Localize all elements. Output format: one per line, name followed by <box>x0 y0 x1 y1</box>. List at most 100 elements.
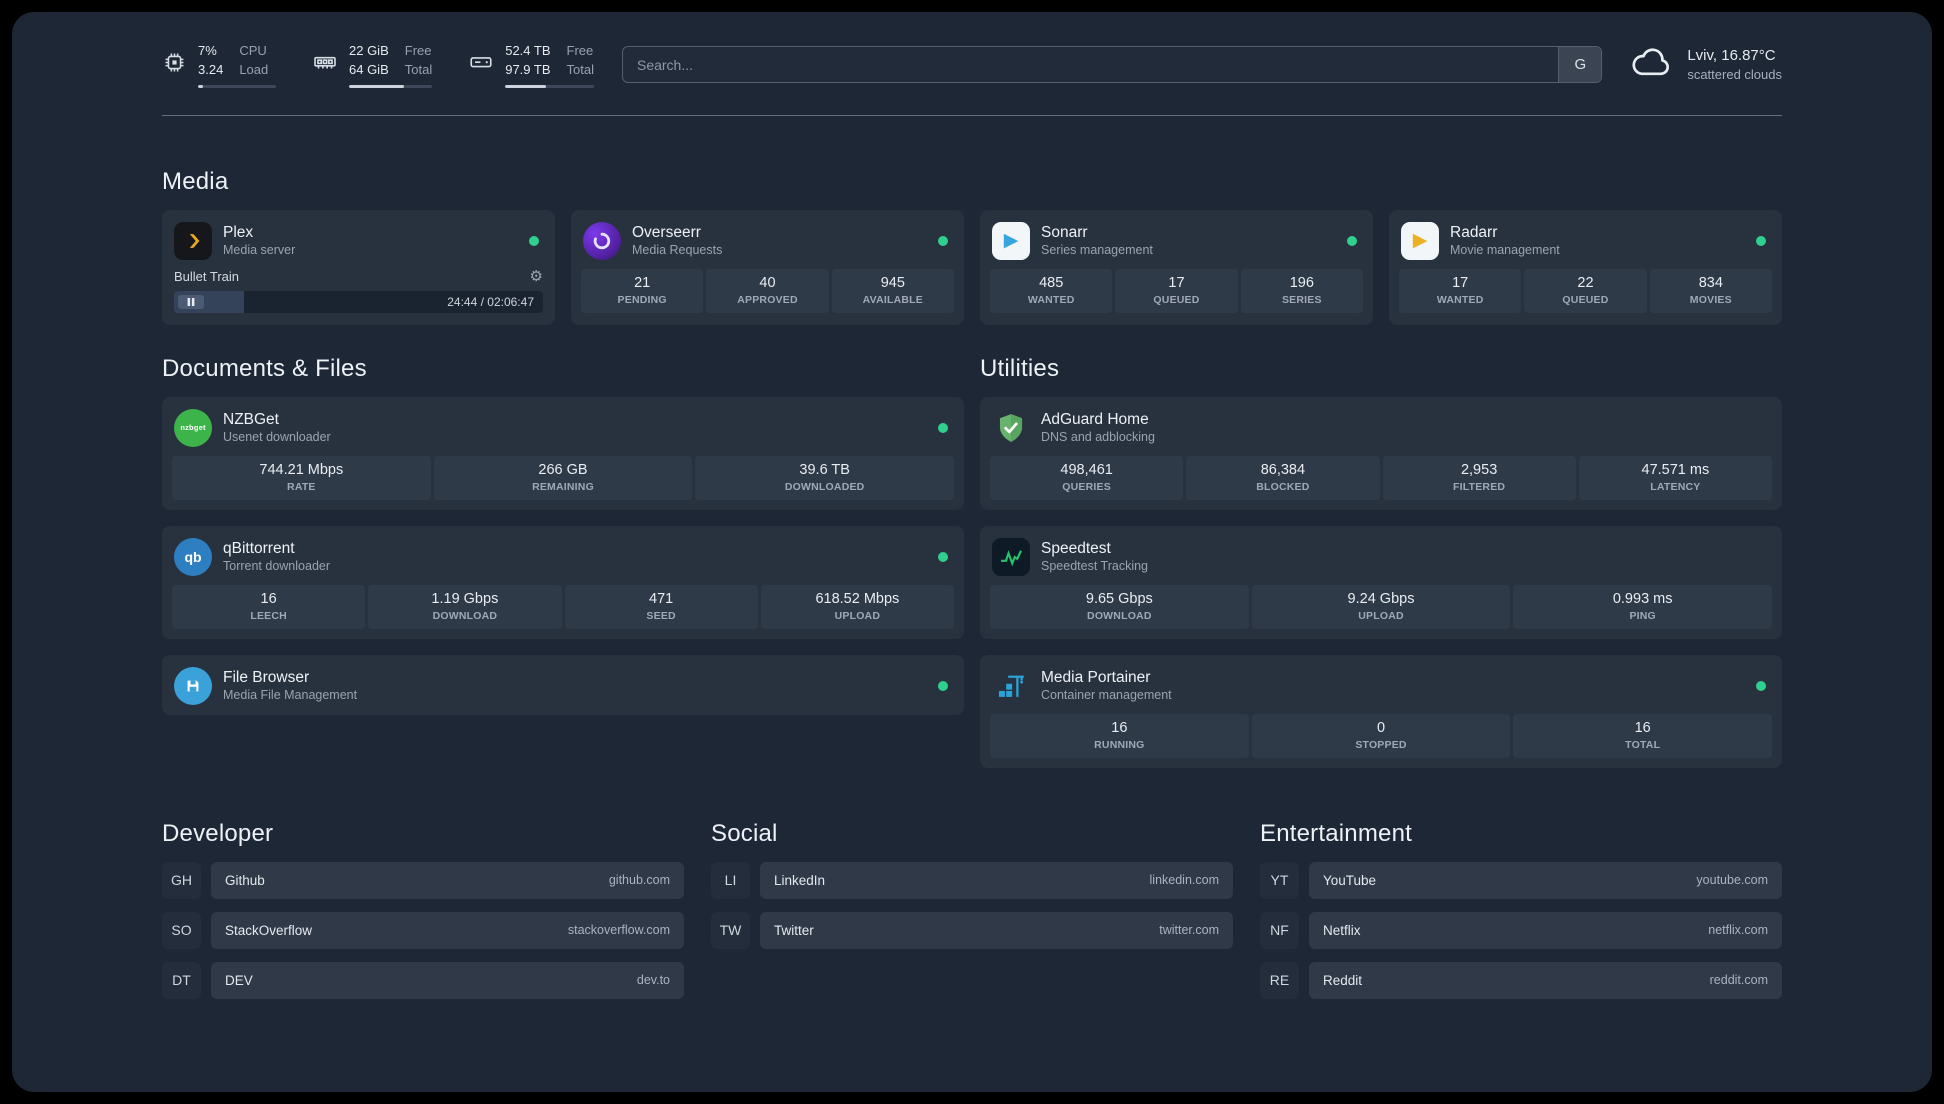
social-section-title: Social <box>711 819 778 847</box>
stat-label: RUNNING <box>1094 738 1145 751</box>
bookmark-abbr[interactable]: GH <box>162 861 201 899</box>
search-provider-button[interactable]: G <box>1558 47 1602 83</box>
bookmark-twitter[interactable]: TW Twitter twitter.com <box>711 911 1233 949</box>
qbittorrent-header: qb qBittorrent Torrent downloader <box>172 536 954 576</box>
service-card-qbittorrent[interactable]: qb qBittorrent Torrent downloader 16 LEE… <box>162 525 964 639</box>
stat-label: PENDING <box>617 293 667 306</box>
service-card-overseerr[interactable]: Overseerr Media Requests 21 PENDING 40 A… <box>571 209 964 325</box>
stat-label: STOPPED <box>1355 738 1407 751</box>
bookmark-name: Reddit <box>1323 972 1363 988</box>
stat-value: 16 <box>1634 719 1651 736</box>
bookmark-abbr[interactable]: NF <box>1260 911 1299 949</box>
stat-value: 17 <box>1452 274 1469 291</box>
bookmark-url: reddit.com <box>1709 973 1768 988</box>
bookmark-link[interactable]: StackOverflow stackoverflow.com <box>211 911 684 949</box>
adguard-header: AdGuard Home DNS and adblocking <box>990 407 1772 447</box>
bookmark-link[interactable]: Reddit reddit.com <box>1309 961 1782 999</box>
stat-label: BLOCKED <box>1256 480 1310 493</box>
bookmark-link[interactable]: DEV dev.to <box>211 961 684 999</box>
cloud-icon <box>1630 45 1674 84</box>
disk-free-label: Free <box>566 43 594 58</box>
speedtest-header: Speedtest Speedtest Tracking <box>990 536 1772 576</box>
filebrowser-title-block: File Browser Media File Management <box>223 668 357 704</box>
stat-label: QUERIES <box>1062 480 1111 493</box>
stat-label: MOVIES <box>1689 293 1732 306</box>
nzbget-stats: 744.21 Mbps RATE 266 GB REMAINING 39.6 T… <box>172 455 955 500</box>
weather-widget[interactable]: Lviv, 16.87°C scattered clouds <box>1630 45 1782 84</box>
bookmark-github[interactable]: GH Github github.com <box>162 861 684 899</box>
qbittorrent-title-block: qBittorrent Torrent downloader <box>223 539 330 575</box>
bookmark-url: stackoverflow.com <box>567 923 670 938</box>
stat-value: 1.19 Gbps <box>431 590 499 607</box>
bookmark-abbr[interactable]: DT <box>162 961 201 999</box>
filebrowser-icon <box>174 666 212 705</box>
bookmark-stackoverflow[interactable]: SO StackOverflow stackoverflow.com <box>162 911 684 949</box>
stat-label: DOWNLOADED <box>784 480 865 493</box>
search-input[interactable] <box>621 46 1603 84</box>
stat-tile: 17 QUEUED <box>1115 268 1238 313</box>
pause-button[interactable] <box>178 294 204 309</box>
radarr-stats: 17 WANTED 22 QUEUED 834 MOVIES <box>1399 268 1772 313</box>
stat-tile: 0.993 ms PING <box>1513 584 1773 629</box>
bookmark-link[interactable]: Github github.com <box>211 861 684 899</box>
plex-header: Plex Media server <box>172 220 545 260</box>
service-card-plex[interactable]: Plex Media server Bullet Train ⚙ 24:44 /… <box>162 209 555 325</box>
portainer-icon <box>992 667 1030 705</box>
playback-time: 24:44 / 02:06:47 <box>447 294 534 309</box>
service-card-radarr[interactable]: ▶ Radarr Movie management 17 WANTED 22 Q… <box>1389 209 1782 325</box>
service-name: Speedtest <box>1041 539 1111 557</box>
service-card-filebrowser[interactable]: File Browser Media File Management <box>162 654 964 715</box>
service-name: Radarr <box>1450 223 1498 241</box>
stat-label: QUEUED <box>1562 293 1609 306</box>
gear-icon[interactable]: ⚙ <box>530 269 543 284</box>
bookmark-youtube[interactable]: YT YouTube youtube.com <box>1260 861 1782 899</box>
bookmark-abbr[interactable]: TW <box>711 911 750 949</box>
bookmark-abbr[interactable]: RE <box>1260 961 1299 999</box>
stat-label: RATE <box>287 480 316 493</box>
adguard-stats: 498,461 QUERIES 86,384 BLOCKED 2,953 FIL… <box>990 455 1772 500</box>
disk-total-value: 97.9 TB <box>505 61 551 77</box>
status-dot <box>938 235 948 246</box>
stat-label: WANTED <box>1436 293 1484 306</box>
bookmarks-developer: Developer GH Github github.com SO StackO… <box>162 820 684 1012</box>
bookmark-name: DEV <box>225 972 253 988</box>
topbar-divider <box>162 114 1782 116</box>
qbittorrent-icon-label: qb <box>184 548 202 565</box>
bookmark-abbr[interactable]: SO <box>162 911 201 949</box>
bookmark-linkedin[interactable]: LI LinkedIn linkedin.com <box>711 861 1233 899</box>
service-subtitle: Series management <box>1041 243 1153 258</box>
playback-progress-bar[interactable]: 24:44 / 02:06:47 <box>174 290 543 313</box>
stat-value: 834 <box>1698 274 1723 291</box>
service-subtitle: Speedtest Tracking <box>1041 559 1149 574</box>
overseerr-stats: 21 PENDING 40 APPROVED 945 AVAILABLE <box>581 268 954 313</box>
service-card-speedtest[interactable]: Speedtest Speedtest Tracking 9.65 Gbps D… <box>980 525 1782 639</box>
stat-value: 9.24 Gbps <box>1347 590 1415 607</box>
disk-free-value: 52.4 TB <box>505 43 551 58</box>
bookmark-link[interactable]: Netflix netflix.com <box>1309 911 1782 949</box>
overseerr-header: Overseerr Media Requests <box>581 220 954 260</box>
disk-metric-data: 52.4 TB 97.9 TB Free Total <box>505 42 594 88</box>
bookmark-reddit[interactable]: RE Reddit reddit.com <box>1260 961 1782 999</box>
service-card-adguard[interactable]: AdGuard Home DNS and adblocking 498,461 … <box>980 396 1782 510</box>
bookmark-netflix[interactable]: NF Netflix netflix.com <box>1260 911 1782 949</box>
bookmark-link[interactable]: YouTube youtube.com <box>1309 861 1782 899</box>
documents-column: Documents & Files nzbget NZBGet Usenet d… <box>162 355 964 731</box>
bookmark-link[interactable]: Twitter twitter.com <box>760 911 1233 949</box>
bookmark-dev[interactable]: DT DEV dev.to <box>162 961 684 999</box>
sonarr-title-block: Sonarr Series management <box>1041 223 1153 259</box>
stat-tile: 1.19 Gbps DOWNLOAD <box>368 584 562 629</box>
stat-label: REMAINING <box>532 480 594 493</box>
service-card-portainer[interactable]: Media Portainer Container management 16 … <box>980 654 1782 768</box>
stat-tile: 9.65 Gbps DOWNLOAD <box>990 584 1249 629</box>
stat-label: WANTED <box>1027 293 1075 306</box>
service-card-sonarr[interactable]: ▶ Sonarr Series management 485 WANTED 17 <box>980 209 1373 325</box>
stat-tile: 21 PENDING <box>581 268 704 313</box>
bookmark-link[interactable]: LinkedIn linkedin.com <box>760 861 1233 899</box>
service-card-nzbget[interactable]: nzbget NZBGet Usenet downloader 744.21 M… <box>162 396 964 510</box>
adguard-shield-icon <box>992 409 1030 447</box>
stat-tile: 0 STOPPED <box>1251 713 1511 758</box>
service-subtitle: Media File Management <box>223 688 358 703</box>
bookmark-abbr[interactable]: LI <box>711 861 750 899</box>
bookmark-abbr[interactable]: YT <box>1260 861 1299 899</box>
stat-value: 0.993 ms <box>1612 590 1673 607</box>
